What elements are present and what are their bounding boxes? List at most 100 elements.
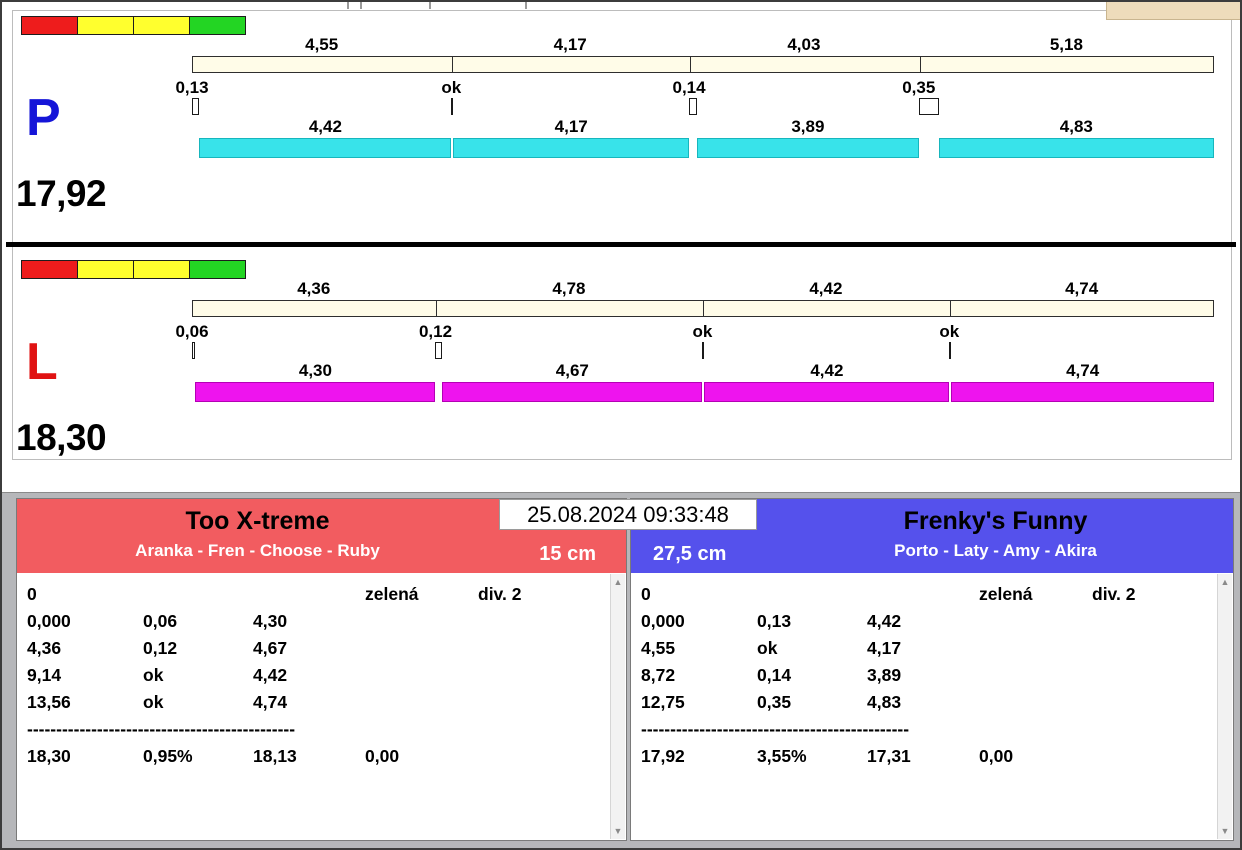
background-windows-strip (2, 2, 1240, 10)
cell (757, 581, 867, 608)
cell (979, 635, 1092, 662)
cell: ok (143, 665, 164, 685)
scroll-up-icon[interactable]: ▲ (1218, 575, 1232, 589)
scroll-down-icon[interactable]: ▼ (611, 824, 625, 838)
lane-P: P 17,92 4,55 4,17 4,03 5,18 0,13 ok 0,14 0,35 4,… (2, 10, 1240, 242)
info-row: 0 zelená div. 2 (27, 581, 626, 608)
team-name: Too X-treme (185, 507, 330, 535)
cell (1092, 743, 1233, 770)
cell: ok (143, 692, 164, 712)
change-time: 0,13 (175, 78, 209, 97)
cell: 4,42 (867, 611, 902, 631)
cell (365, 689, 478, 716)
run-row: 4,36 0,12 4,67 (27, 635, 626, 662)
datetime-display: 25.08.2024 09:33:48 (499, 499, 757, 530)
scrollbar[interactable]: ▲ ▼ (1217, 574, 1232, 839)
status-light (189, 260, 246, 279)
cell (365, 662, 478, 689)
change-time: ok (441, 78, 462, 97)
cell (979, 689, 1092, 716)
cell (1092, 608, 1233, 635)
cell: 8,72 (641, 665, 676, 685)
cell: 13,56 (27, 692, 71, 712)
split-divider (950, 301, 952, 316)
cell (478, 689, 626, 716)
cell: 0 (27, 584, 37, 604)
run-row: 9,14 ok 4,42 (27, 662, 626, 689)
cell: 0,000 (27, 611, 71, 631)
results-area: Too X-treme Aranka - Fren - Choose - Rub… (2, 492, 1240, 848)
change-marker (918, 98, 939, 115)
window-fragment (360, 2, 362, 9)
cell (143, 581, 253, 608)
cell: 0,35 (757, 692, 792, 712)
cell (365, 608, 478, 635)
cell (253, 581, 365, 608)
split-divider (703, 301, 705, 316)
cell (1092, 689, 1233, 716)
cell: 4,17 (867, 638, 902, 658)
cell (979, 662, 1092, 689)
lane-letter: P (26, 89, 61, 147)
change-marker (435, 342, 443, 359)
cell (365, 635, 478, 662)
split-time: 4,74 (1065, 279, 1099, 298)
split-divider (690, 57, 692, 72)
cell: 0,12 (143, 638, 178, 658)
totals-row: 17,92 3,55% 17,31 0,00 (641, 743, 1233, 770)
cell (1092, 662, 1233, 689)
info-row: 0 zelená div. 2 (641, 581, 1233, 608)
split-time: 4,36 (297, 279, 331, 298)
cell: 3,55% (757, 746, 807, 766)
separator-row: ----------------------------------------… (641, 719, 910, 739)
run-row: 8,72 0,14 3,89 (641, 662, 1233, 689)
cell: ok (757, 638, 778, 658)
cell (478, 743, 626, 770)
status-light (77, 16, 134, 35)
jump-height: 15 cm (539, 543, 596, 565)
run-row: 4,55 ok 4,17 (641, 635, 1233, 662)
change-time: 0,06 (175, 322, 209, 341)
team-members: Porto - Laty - Amy - Akira (894, 541, 1097, 560)
window-fragment (429, 2, 431, 9)
run-time: 4,17 (554, 117, 588, 136)
split-time: 4,17 (553, 35, 587, 54)
results-table: 0 zelená div. 2 0,000 0,06 4,30 4,36 0,12 4,67 9,… (17, 573, 626, 770)
cell: 3,89 (867, 665, 902, 685)
status-light (133, 260, 190, 279)
split-divider (919, 57, 921, 72)
cell: div. 2 (1092, 584, 1136, 604)
status-light (77, 260, 134, 279)
split-time: 4,03 (787, 35, 821, 54)
run-bar-segment (951, 382, 1214, 402)
lane-divider (6, 242, 1236, 247)
scroll-up-icon[interactable]: ▲ (611, 575, 625, 589)
scroll-down-icon[interactable]: ▼ (1218, 824, 1232, 838)
cell: 4,67 (253, 638, 288, 658)
cell: 0,00 (365, 746, 400, 766)
cell: 9,14 (27, 665, 62, 685)
cell: 12,75 (641, 692, 685, 712)
status-light (21, 260, 78, 279)
cell: 0 (641, 584, 651, 604)
cell: 4,74 (253, 692, 288, 712)
split-divider (436, 301, 438, 316)
split-divider (452, 57, 454, 72)
split-time-bar (192, 300, 1214, 317)
scrollbar[interactable]: ▲ ▼ (610, 574, 625, 839)
status-light (133, 16, 190, 35)
cell: 0,13 (757, 611, 792, 631)
window-fragment (347, 2, 349, 9)
background-window-fragment (1106, 2, 1240, 20)
team-panel-right: Frenky's Funny Porto - Laty - Amy - Akir… (630, 498, 1234, 841)
cell: 4,55 (641, 638, 676, 658)
cell (1092, 635, 1233, 662)
cell: 17,92 (641, 746, 685, 766)
change-marker (451, 98, 454, 115)
change-marker (192, 98, 200, 115)
team-panel-left: Too X-treme Aranka - Fren - Choose - Rub… (16, 498, 627, 841)
lane-L: L 18,30 4,36 4,78 4,42 4,74 0,06 0,12 ok ok 4,30… (2, 254, 1240, 486)
change-time: 0,14 (672, 78, 706, 97)
cell: 4,42 (253, 665, 288, 685)
status-light (189, 16, 246, 35)
